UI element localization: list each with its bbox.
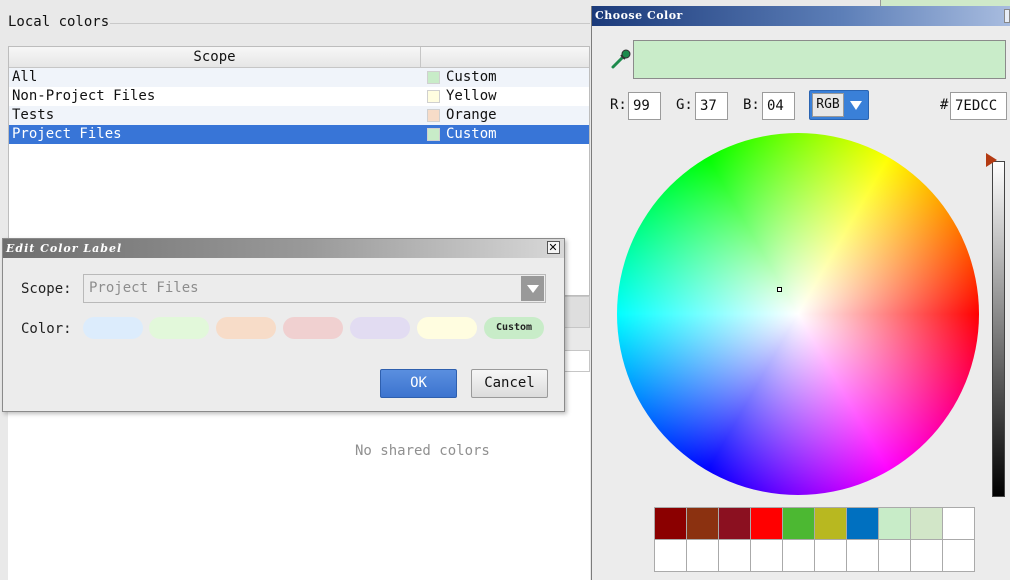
palette-swatch[interactable] <box>847 540 878 571</box>
chevron-down-icon[interactable] <box>521 276 544 301</box>
row-scope: All <box>12 69 38 85</box>
palette-swatch[interactable] <box>687 540 718 571</box>
palette-swatch[interactable] <box>783 540 814 571</box>
scope-dropdown[interactable]: Project Files <box>83 274 546 303</box>
green-label: G: <box>676 97 693 113</box>
chevron-down-icon <box>850 101 862 110</box>
color-chip-orange[interactable] <box>216 317 276 339</box>
scope-dropdown-value: Project Files <box>89 280 199 296</box>
palette-swatch[interactable] <box>943 540 974 571</box>
palette-swatch[interactable] <box>655 540 686 571</box>
color-chip-yellow[interactable] <box>417 317 477 339</box>
row-color-label: Custom <box>446 69 497 85</box>
choose-color-dialog: Choose Color R: 99 G: 37 B: 04 # 7EDCC R… <box>591 6 1010 580</box>
color-mode-dropdown[interactable]: RGB <box>809 90 869 120</box>
palette-swatch[interactable] <box>719 540 750 571</box>
cancel-button[interactable]: Cancel <box>471 369 548 398</box>
edit-color-label-dialog: Edit Color Label ✕ Scope: Project Files … <box>2 238 565 412</box>
palette-swatch[interactable] <box>943 508 974 539</box>
color-label: Color: <box>21 321 72 337</box>
local-colors-title: Local colors <box>8 14 110 30</box>
table-row[interactable]: Non-Project Files Yellow <box>9 87 589 106</box>
palette-swatch[interactable] <box>655 508 686 539</box>
section-divider <box>110 23 590 24</box>
red-label: R: <box>610 97 627 113</box>
blue-input[interactable]: 04 <box>762 92 795 120</box>
color-swatch <box>427 109 440 122</box>
palette-swatch[interactable] <box>815 508 846 539</box>
brightness-slider[interactable] <box>992 161 1005 497</box>
color-chip-custom[interactable]: Custom <box>484 317 544 339</box>
row-scope: Project Files <box>12 126 122 142</box>
blue-label: B: <box>743 97 760 113</box>
palette-swatch[interactable] <box>687 508 718 539</box>
scope-label: Scope: <box>21 281 72 297</box>
color-wheel[interactable] <box>617 133 979 495</box>
palette-swatch[interactable] <box>783 508 814 539</box>
row-color: Custom <box>421 125 497 144</box>
edit-dialog-title: Edit Color Label <box>6 242 123 255</box>
row-scope: Tests <box>12 107 55 123</box>
table-row[interactable]: Project Files Custom <box>9 125 589 144</box>
table-row[interactable]: All Custom <box>9 68 589 87</box>
color-chip-green[interactable] <box>149 317 209 339</box>
table-header: Scope <box>9 47 589 68</box>
recent-colors-palette <box>654 507 975 572</box>
color-mode-value: RGB <box>812 93 844 117</box>
edit-dialog-titlebar[interactable]: Edit Color Label ✕ <box>3 239 564 258</box>
row-color: Custom <box>421 68 497 87</box>
palette-swatch[interactable] <box>815 540 846 571</box>
no-shared-colors-text: No shared colors <box>355 443 490 459</box>
color-swatch <box>427 71 440 84</box>
palette-swatch[interactable] <box>751 540 782 571</box>
palette-swatch[interactable] <box>719 508 750 539</box>
table-row[interactable]: Tests Orange <box>9 106 589 125</box>
palette-swatch[interactable] <box>879 508 910 539</box>
palette-swatch[interactable] <box>911 508 942 539</box>
choose-dialog-titlebar[interactable]: Choose Color <box>592 6 1010 26</box>
hex-label: # <box>940 97 949 113</box>
color-chip-violet[interactable] <box>350 317 410 339</box>
color-chip-rose[interactable] <box>283 317 343 339</box>
color-swatch <box>427 90 440 103</box>
red-input[interactable]: 99 <box>628 92 661 120</box>
hex-input[interactable]: 7EDCC <box>950 92 1007 120</box>
green-input[interactable]: 37 <box>695 92 728 120</box>
row-color: Yellow <box>421 87 497 106</box>
color-wheel-cursor[interactable] <box>777 287 782 292</box>
color-swatch <box>427 128 440 141</box>
color-chip-blue[interactable] <box>83 317 143 339</box>
choose-dialog-title: Choose Color <box>595 9 683 22</box>
eyedropper-icon[interactable] <box>610 48 632 70</box>
row-color: Orange <box>421 106 497 125</box>
row-color-label: Orange <box>446 107 497 123</box>
window-control-icon[interactable] <box>1004 9 1010 23</box>
row-color-label: Yellow <box>446 88 497 104</box>
palette-swatch[interactable] <box>751 508 782 539</box>
palette-swatch[interactable] <box>911 540 942 571</box>
column-header-color[interactable] <box>421 47 589 67</box>
row-scope: Non-Project Files <box>12 88 156 104</box>
palette-swatch[interactable] <box>879 540 910 571</box>
brightness-slider-handle[interactable] <box>986 153 997 167</box>
color-preview <box>633 40 1006 79</box>
row-color-label: Custom <box>446 126 497 142</box>
palette-swatch[interactable] <box>847 508 878 539</box>
column-header-scope[interactable]: Scope <box>9 47 421 67</box>
ok-button[interactable]: OK <box>380 369 457 398</box>
close-icon[interactable]: ✕ <box>547 241 560 254</box>
